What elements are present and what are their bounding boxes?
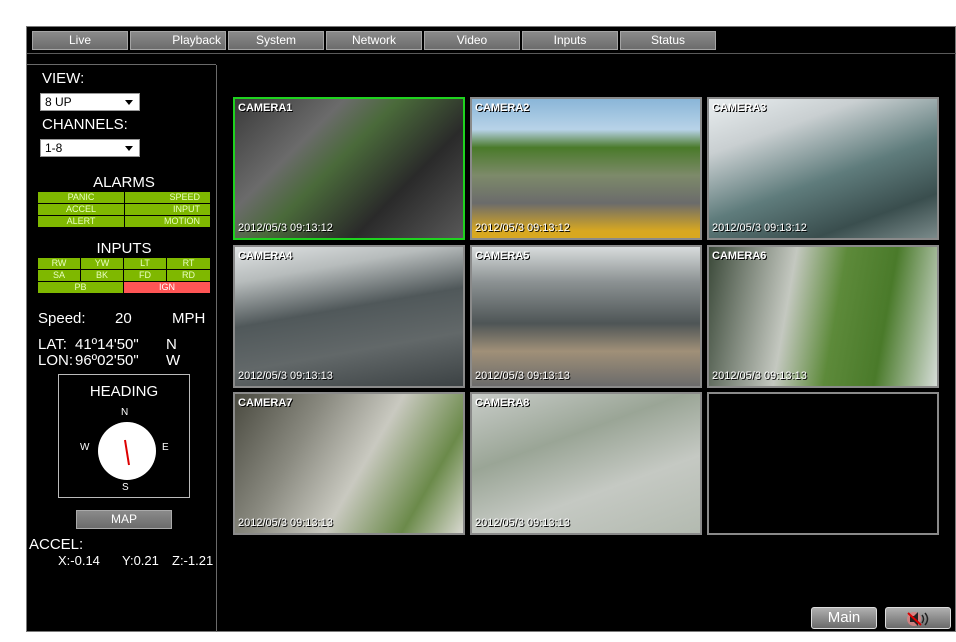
camera-tile-7[interactable]: CAMERA7 2012/05/3 09:13:13 [233,392,465,535]
camera-tile-2[interactable]: CAMERA2 2012/05/3 09:13:12 [470,97,702,240]
mute-button[interactable] [885,607,951,629]
camera-timestamp: 2012/05/3 09:13:13 [238,370,333,382]
camera-tile-5[interactable]: CAMERA5 2012/05/3 09:13:13 [470,245,702,388]
view-label: VIEW: [42,70,85,87]
channels-select[interactable]: 1-8 [40,139,140,157]
camera-name: CAMERA6 [712,250,767,262]
compass-west-label: W [80,442,90,453]
compass-east-label: E [162,442,169,453]
camera-tile-8[interactable]: CAMERA8 2012/05/3 09:13:13 [470,392,702,535]
camera-timestamp: 2012/05/3 09:13:13 [475,517,570,529]
channels-select-value: 1-8 [45,141,63,155]
camera-tile-1[interactable]: CAMERA1 2012/05/3 09:13:12 [233,97,465,240]
input-pb: PB [38,282,123,293]
tab-inputs[interactable]: Inputs [522,31,618,50]
input-rt: RT [167,258,210,269]
compass-dial-icon [98,422,156,480]
speaker-muted-icon [907,612,929,626]
alarm-panic: PANIC [38,192,124,203]
lon-direction: W [166,352,181,369]
camera-tile-6[interactable]: CAMERA6 2012/05/3 09:13:13 [707,245,939,388]
alarm-alert: ALERT [38,216,124,227]
speed-unit: MPH [172,310,206,327]
input-rd: RD [167,270,210,281]
camera-timestamp: 2012/05/3 09:13:13 [475,370,570,382]
sidebar-top-divider [27,64,216,65]
alarm-input: INPUT [125,204,210,215]
input-rw: RW [38,258,80,269]
alarm-motion: MOTION [125,216,210,227]
main-button[interactable]: Main [811,607,877,629]
view-select[interactable]: 8 UP [40,93,140,111]
camera-timestamp: 2012/05/3 09:13:12 [475,222,570,234]
camera-tile-empty[interactable] [707,392,939,535]
tab-live[interactable]: Live [32,31,128,50]
input-fd: FD [124,270,166,281]
alarms-grid: PANIC SPEED ACCEL INPUT ALERT MOTION [38,192,210,227]
accel-x: X:-0.14 [58,553,100,568]
input-yw: YW [81,258,123,269]
compass-south-label: S [122,482,129,493]
tab-video[interactable]: Video [424,31,520,50]
camera-name: CAMERA8 [475,397,530,409]
camera-tile-3[interactable]: CAMERA3 2012/05/3 09:13:12 [707,97,939,240]
speed-label: Speed: [38,310,86,327]
lat-value: 41º14'50" [75,336,139,353]
heading-title: HEADING [89,383,159,400]
speed-value: 20 [115,310,132,327]
accel-y: Y:0.21 [122,553,159,568]
camera-tile-4[interactable]: CAMERA4 2012/05/3 09:13:13 [233,245,465,388]
camera-timestamp: 2012/05/3 09:13:13 [712,370,807,382]
input-bk: BK [81,270,123,281]
inputs-title: INPUTS [96,240,152,257]
input-ign: IGN [124,282,210,293]
tab-playback[interactable]: Playback [130,31,226,50]
camera-timestamp: 2012/05/3 09:13:13 [238,517,333,529]
lat-direction: N [166,336,177,353]
camera-name: CAMERA2 [475,102,530,114]
chevron-down-icon [125,100,133,105]
tab-network[interactable]: Network [326,31,422,50]
sidebar-divider [216,65,217,632]
camera-name: CAMERA7 [238,397,293,409]
channels-label: CHANNELS: [42,116,128,133]
camera-name: CAMERA4 [238,250,293,262]
alarm-speed: SPEED [125,192,210,203]
input-sa: SA [38,270,80,281]
camera-name: CAMERA3 [712,102,767,114]
map-button[interactable]: MAP [76,510,172,529]
tab-status[interactable]: Status [620,31,716,50]
view-select-value: 8 UP [45,95,72,109]
camera-name: CAMERA1 [238,102,293,114]
camera-timestamp: 2012/05/3 09:13:12 [238,222,333,234]
lat-label: LAT: [38,336,67,353]
compass-north-label: N [121,407,129,418]
camera-timestamp: 2012/05/3 09:13:12 [712,222,807,234]
top-nav: Live Playback System Network Video Input… [32,31,718,51]
lon-value: 96º02'50" [75,352,139,369]
alarm-accel: ACCEL [38,204,124,215]
nav-divider [27,53,956,54]
tab-system[interactable]: System [228,31,324,50]
input-lt: LT [124,258,166,269]
inputs-grid: RW YW LT RT SA BK FD RD PB IGN [38,258,210,293]
alarms-title: ALARMS [93,174,155,191]
lon-label: LON: [38,352,74,369]
camera-name: CAMERA5 [475,250,530,262]
heading-panel: HEADING N W E S [58,374,190,498]
accel-label: ACCEL: [29,536,84,553]
accel-z: Z:-1.21 [172,553,214,568]
chevron-down-icon [125,146,133,151]
